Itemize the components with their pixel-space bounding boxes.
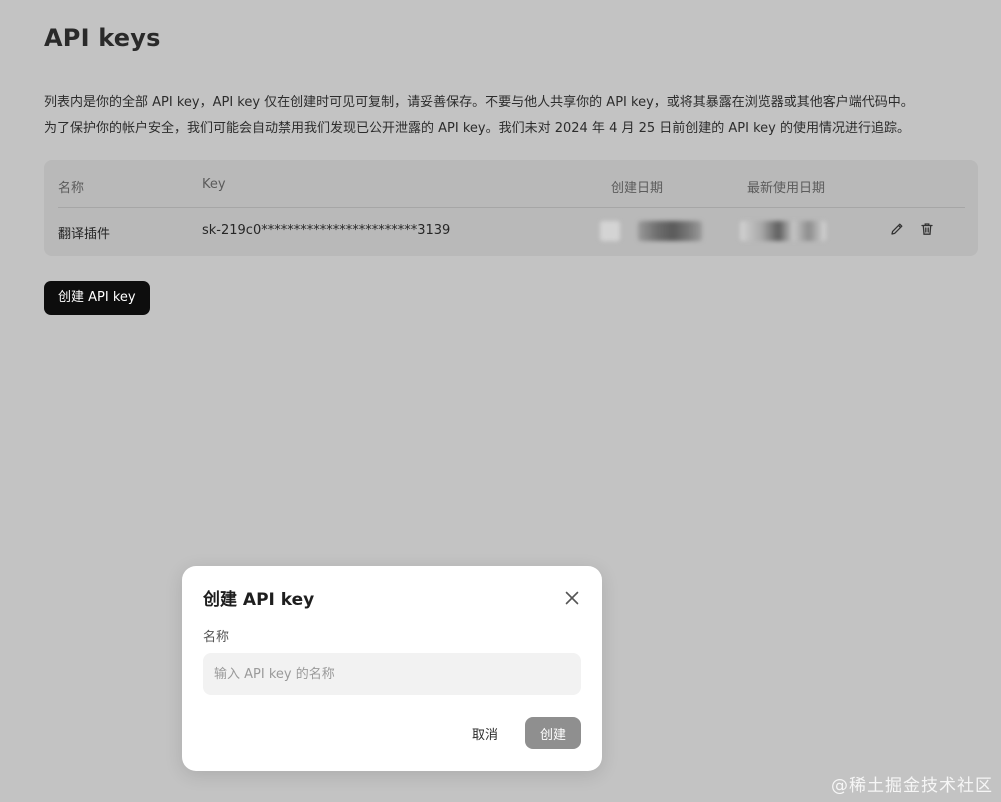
close-button[interactable] [562,588,582,608]
page-description: 列表内是你的全部 API key，API key 仅在创建时可见可复制，请妥善保… [44,90,989,142]
create-button[interactable]: 创建 [525,717,581,749]
column-header-key: Key [202,177,226,192]
api-keys-page: API keys 列表内是你的全部 API key，API key 仅在创建时可… [0,0,1001,802]
pencil-icon [891,223,903,235]
watermark: @稀土掘金技术社区 [831,776,993,796]
edit-key-button[interactable] [888,220,906,238]
api-keys-table: 名称 Key 创建日期 最新使用日期 翻译插件 sk-219c0********… [44,160,978,256]
create-api-key-dialog: 创建 API key 名称 取消 创建 [182,566,602,771]
column-header-created: 创建日期 [611,181,664,196]
close-icon [565,591,579,605]
column-header-name: 名称 [58,181,85,196]
header-divider [58,207,965,208]
description-line-2: 为了保护你的帐户安全，我们可能会自动禁用我们发现已公开泄露的 API key。我… [44,121,910,136]
create-api-key-button[interactable]: 创建 API key [44,281,150,315]
key-value-cell: sk-219c0************************3139 [202,223,451,238]
cancel-button[interactable]: 取消 [458,717,512,749]
column-header-last-used: 最新使用日期 [747,181,826,196]
dialog-title: 创建 API key [203,590,315,610]
page-title: API keys [44,24,161,52]
trash-icon [921,223,933,235]
name-field-label: 名称 [203,630,230,645]
api-key-name-input[interactable] [203,653,581,695]
description-line-1: 列表内是你的全部 API key，API key 仅在创建时可见可复制，请妥善保… [44,95,914,110]
delete-key-button[interactable] [918,220,936,238]
key-name-cell: 翻译插件 [58,227,111,242]
